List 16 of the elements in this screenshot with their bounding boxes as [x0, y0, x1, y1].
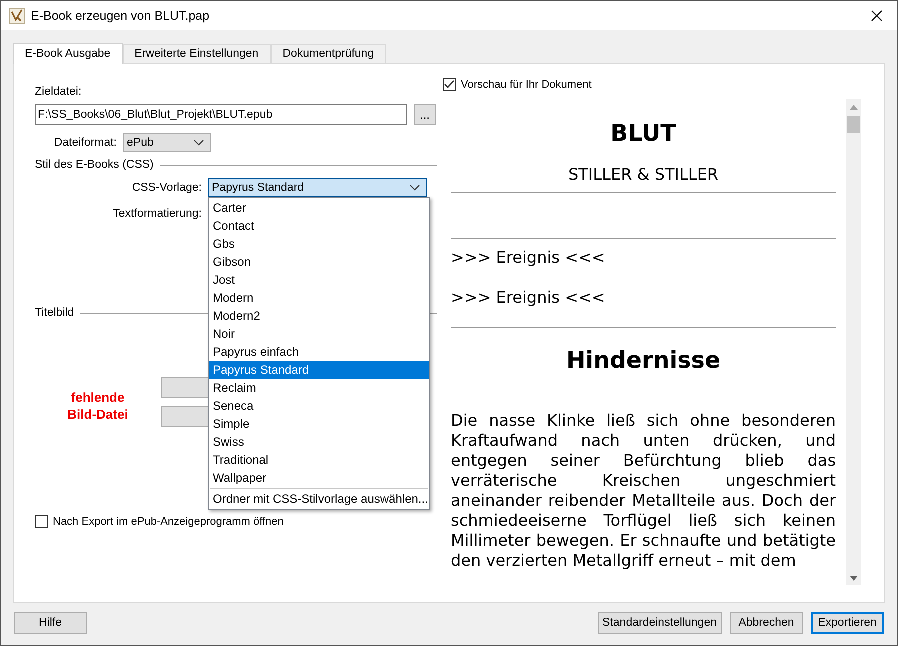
checkbox-label: Nach Export im ePub-Anzeigeprogramm öffnen [53, 516, 284, 528]
field-label: Textformatierung: [112, 208, 203, 220]
event-heading: >>> Ereignis <<< [451, 288, 606, 309]
field-label: CSS-Vorlage: [131, 182, 203, 194]
paragraph: Die nasse Klinke ließ sich ohne besonderen Kraftaufwand nach unten drücken, und entgegen seiner Befürchtung blieb das verräterische Kreischen ungeschmiert aneinander reibender Metallteile aus. Doch der schmiedeeiserne Torflügel ließ sich keinen Millimeter bewegen. Er schnaufte und betätigte den verzierten Metallgriff erneut – mit dem [451, 411, 836, 571]
missing-image-text: fehlende Bild-Datei [66, 389, 130, 424]
section-heading: Titelbild [35, 307, 74, 319]
book-title: BLUT [610, 121, 678, 147]
book-author: STILLER & STILLER [567, 165, 720, 184]
chapter-heading: Hindernisse [565, 348, 722, 374]
checkbox-label: Vorschau für Ihr Dokument [461, 78, 592, 90]
window-title: E-Book erzeugen von BLUT.pap [31, 8, 211, 22]
field-label: Zieldatei: [35, 86, 83, 98]
field-label: Dateiformat: [53, 136, 118, 148]
event-heading: >>> Ereignis <<< [451, 248, 606, 269]
section-heading: Stil des E-Books (CSS) [35, 159, 154, 171]
